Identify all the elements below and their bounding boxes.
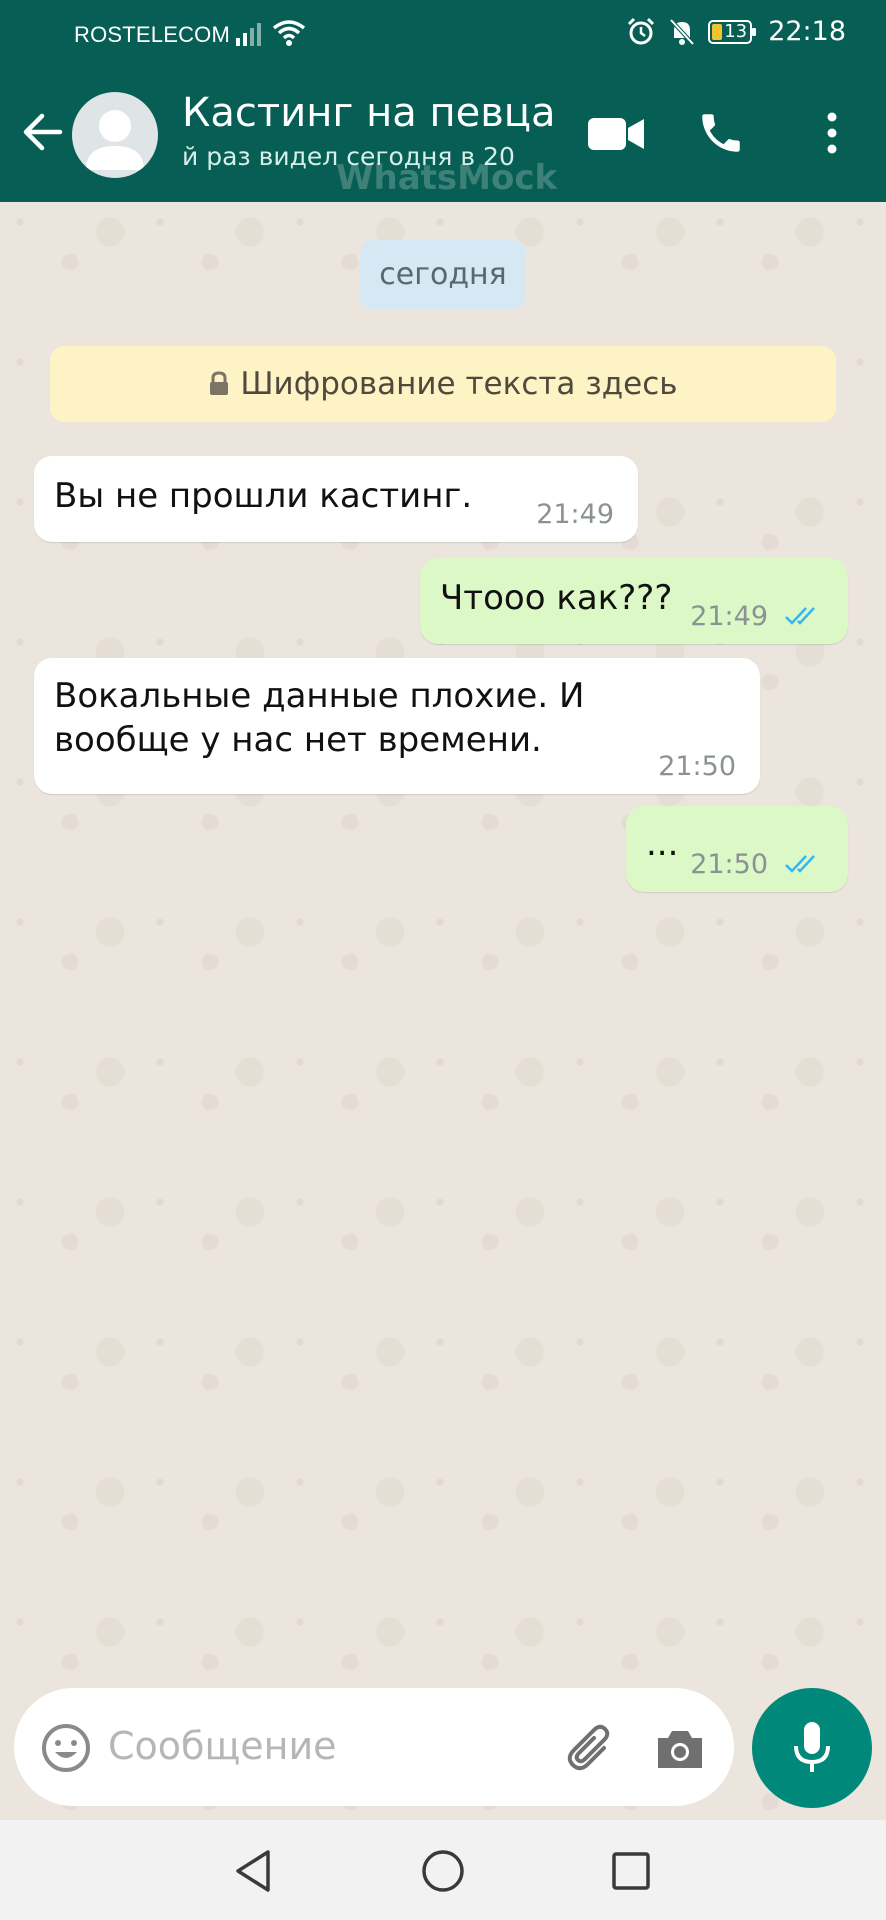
double-check-icon [785, 607, 815, 625]
message-outgoing[interactable]: Чтооо как??? 21:49 [420, 558, 848, 644]
message-time: 21:50 [658, 751, 736, 782]
message-input-bar[interactable]: Сообщение [14, 1688, 734, 1806]
chat-header: ROSTELECOM 13 22:18 Кастинг на певца й р… [0, 0, 886, 202]
message-incoming[interactable]: Вокальные данные плохие. И вообще у нас … [34, 658, 760, 794]
camera-icon[interactable] [654, 1726, 706, 1772]
system-nav-bar [0, 1820, 886, 1920]
message-incoming[interactable]: Вы не прошли кастинг. 21:49 [34, 456, 638, 542]
phone-icon[interactable] [696, 108, 746, 158]
mute-bell-icon [669, 18, 695, 45]
chat-area[interactable]: сегодня Шифрование текста здесь Вы не пр… [0, 202, 886, 1818]
more-vert-icon[interactable] [818, 110, 846, 156]
nav-back-icon[interactable] [232, 1848, 276, 1894]
avatar[interactable] [72, 92, 158, 178]
mic-icon [794, 1722, 830, 1772]
signal-icon [236, 23, 261, 46]
message-input[interactable]: Сообщение [108, 1724, 337, 1768]
message-time: 21:49 [536, 499, 614, 530]
encryption-text: Шифрование текста здесь [240, 366, 678, 402]
wifi-icon [272, 20, 306, 46]
battery-level: 13 [724, 20, 748, 42]
mic-button[interactable] [752, 1688, 872, 1808]
message-outgoing[interactable]: ... 21:50 [626, 806, 848, 892]
nav-recent-icon[interactable] [610, 1850, 652, 1892]
video-call-icon[interactable] [586, 114, 646, 154]
emoji-icon[interactable] [40, 1722, 92, 1774]
carrier-name: ROSTELECOM [74, 22, 231, 47]
encryption-notice[interactable]: Шифрование текста здесь [50, 346, 836, 422]
watermark: WhatsMock [336, 158, 558, 198]
message-time: 21:50 [690, 849, 768, 880]
message-text: ... [646, 824, 679, 864]
avatar-icon [86, 110, 144, 170]
message-time: 21:49 [690, 601, 768, 632]
nav-home-icon[interactable] [420, 1848, 466, 1894]
status-bar: ROSTELECOM 13 22:18 [0, 14, 886, 58]
back-arrow-icon[interactable] [20, 110, 64, 154]
alarm-icon [628, 17, 655, 44]
attach-icon[interactable] [564, 1722, 620, 1778]
double-check-icon [785, 855, 815, 873]
chat-title[interactable]: Кастинг на певца [182, 90, 556, 136]
message-text: Чтооо как??? [440, 578, 673, 618]
status-time: 22:18 [768, 16, 846, 47]
lock-icon [210, 371, 229, 395]
message-text-line-1: Вокальные данные плохие. И [54, 676, 585, 716]
message-text-line-2: вообще у нас нет времени. [54, 720, 542, 760]
message-text: Вы не прошли кастинг. [54, 476, 473, 516]
battery-icon: 13 [708, 19, 757, 44]
date-chip: сегодня [360, 240, 526, 310]
